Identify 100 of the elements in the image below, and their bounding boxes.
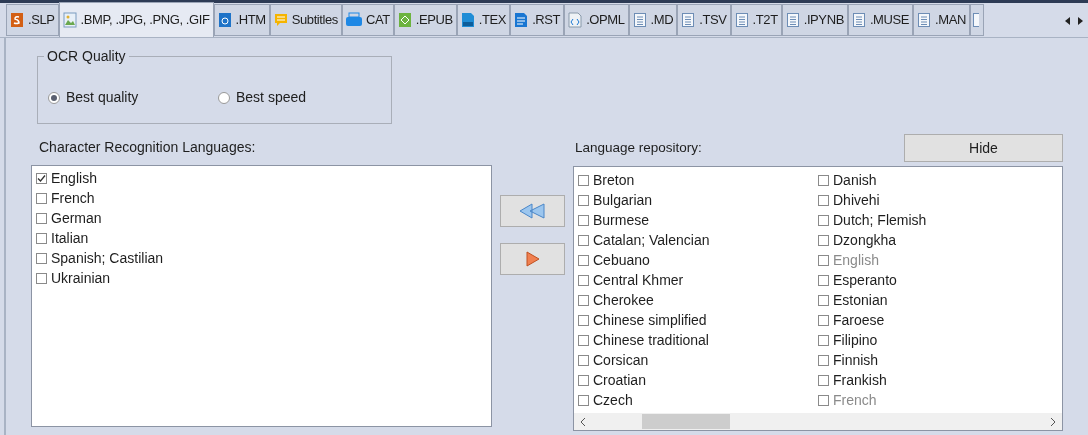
section-title: Language repository: [575, 138, 702, 157]
tab[interactable]: Subtitles [269, 4, 342, 36]
checkbox[interactable] [36, 272, 47, 284]
remove-button[interactable] [500, 243, 565, 275]
document-icon [345, 12, 362, 28]
checkbox[interactable] [578, 274, 589, 286]
language-label: Estonian [833, 290, 888, 310]
document-icon [681, 12, 696, 28]
tab[interactable]: .MAN [913, 4, 970, 36]
language-label: German [51, 208, 102, 228]
document-icon [632, 12, 647, 28]
add-all-button[interactable] [500, 195, 565, 227]
language-label: Esperanto [833, 270, 897, 290]
tab[interactable]: .BMP, .JPG, .PNG, .GIF [58, 2, 214, 37]
group-title: OCR Quality [44, 47, 129, 65]
language-label: English [51, 168, 97, 188]
tab[interactable]: .MUSE [847, 4, 914, 36]
checkbox[interactable] [818, 314, 829, 326]
language-label: Bulgarian [593, 190, 653, 210]
checkbox[interactable] [36, 192, 47, 204]
document-icon [217, 12, 232, 28]
document-icon [460, 12, 475, 28]
language-label: Chinese traditional [593, 330, 709, 350]
radio-button[interactable] [48, 91, 60, 104]
checkbox[interactable] [578, 214, 589, 226]
code-file-icon [568, 12, 583, 28]
scroll-left-icon[interactable] [1064, 16, 1072, 26]
checkbox[interactable] [578, 334, 589, 346]
language-label: Chinese simplified [593, 310, 707, 330]
tab[interactable]: .RST [510, 4, 565, 36]
tab[interactable]: .OPML [564, 4, 629, 36]
checkbox[interactable] [578, 254, 589, 266]
document-icon [851, 12, 866, 28]
checkbox[interactable] [818, 334, 829, 346]
language-label: Faroese [833, 310, 885, 330]
right-arrow-icon [524, 250, 541, 268]
language-label: English [833, 250, 879, 270]
checkbox[interactable] [578, 294, 589, 306]
checkbox[interactable] [578, 394, 589, 406]
language-label: Italian [51, 228, 89, 248]
scroll-right-icon[interactable] [1076, 16, 1084, 26]
scroll-right-icon[interactable] [1050, 416, 1056, 427]
tab[interactable]: .IPYNB [781, 4, 848, 36]
image-icon [62, 12, 77, 28]
checkbox[interactable] [36, 212, 47, 224]
document-icon [973, 12, 979, 28]
scroll-left-icon[interactable] [580, 416, 586, 427]
language-label: Catalan; Valencian [593, 230, 710, 250]
language-label: Breton [593, 170, 635, 190]
tab[interactable]: .SLP [6, 4, 59, 36]
language-label: French [51, 188, 95, 208]
document-icon [734, 12, 749, 28]
tab[interactable]: .T2T [730, 4, 782, 36]
checkbox[interactable] [818, 234, 829, 246]
checkbox[interactable] [578, 354, 589, 366]
scrollbar-thumb[interactable] [642, 414, 730, 429]
language-label: Spanish; Castilian [51, 248, 164, 268]
checkbox[interactable] [818, 174, 829, 186]
checkbox[interactable] [36, 252, 47, 264]
language-label: Dhivehi [833, 190, 880, 210]
checkbox[interactable] [818, 214, 829, 226]
checkbox[interactable] [578, 194, 589, 206]
radio-label: Best quality [66, 88, 139, 107]
speech-bubble-icon [273, 12, 288, 28]
document-icon [514, 12, 529, 28]
checkbox[interactable] [818, 274, 829, 286]
document-icon [917, 12, 932, 28]
language-label: Danish [833, 170, 877, 190]
language-label: Czech [593, 390, 633, 410]
language-label: Filipino [833, 330, 878, 350]
tab[interactable]: .EPUB [393, 4, 457, 36]
language-label: Finnish [833, 350, 879, 370]
language-label: Corsican [593, 350, 649, 370]
tab[interactable]: .HTM [213, 4, 270, 36]
checkbox[interactable] [818, 354, 829, 366]
checkbox[interactable] [818, 294, 829, 306]
tab[interactable]: .TSV [677, 4, 731, 36]
checkbox[interactable] [578, 234, 589, 246]
checkbox[interactable] [818, 374, 829, 386]
horizontal-scrollbar[interactable] [574, 413, 1062, 430]
language-label: Dutch; Flemish [833, 210, 927, 230]
radio-button[interactable] [218, 91, 230, 104]
tab[interactable]: CAT [341, 4, 394, 36]
language-label: Ukrainian [51, 268, 111, 288]
checkbox[interactable] [818, 194, 829, 206]
language-label: Croatian [593, 370, 646, 390]
language-label: French [833, 390, 877, 410]
checkbox[interactable] [36, 172, 47, 184]
tab[interactable]: .TEX [456, 4, 511, 36]
double-left-arrow-icon [517, 202, 548, 220]
checkbox[interactable] [578, 174, 589, 186]
checkbox[interactable] [578, 374, 589, 386]
radio-label: Best speed [236, 88, 307, 107]
language-label: Dzongkha [833, 230, 897, 250]
tab[interactable]: .MD [628, 4, 678, 36]
language-label: Central Khmer [593, 270, 684, 290]
checkbox[interactable] [36, 232, 47, 244]
section-title: Character Recognition Languages: [39, 138, 257, 156]
hide-button[interactable]: Hide [904, 134, 1063, 162]
checkbox[interactable] [578, 314, 589, 326]
